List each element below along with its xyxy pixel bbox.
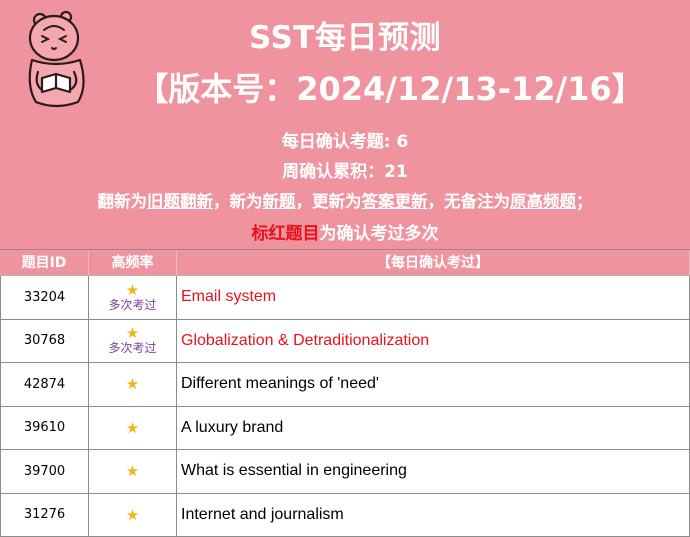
page-title: SST每日预测	[249, 20, 441, 56]
star-icon: ★	[125, 462, 140, 481]
weekly-total-value: 21	[384, 162, 408, 182]
frequency-cell: ★	[89, 450, 177, 493]
topic-title: Internet and journalism	[177, 493, 690, 536]
question-id: 31276	[0, 493, 89, 536]
question-id: 39700	[0, 450, 89, 493]
legend-new-question: 新题	[262, 192, 296, 211]
daily-count-label: 每日确认考题:	[281, 132, 397, 152]
star-icon: ★	[125, 375, 140, 394]
topic-title: Different meanings of 'need'	[177, 363, 690, 406]
star-icon: ★	[125, 324, 140, 343]
legend-text: ，新为	[213, 192, 263, 211]
legend-text: ；	[576, 192, 593, 211]
frequency-cell: ★ 多次考过	[89, 276, 177, 319]
star-icon: ★	[125, 505, 140, 524]
frequency-cell: ★	[89, 406, 177, 449]
page: SST每日预测 【版本号：2024/12/13-12/16】 每日确认考题: 6…	[0, 0, 690, 537]
table-row: 39610 ★ A luxury brand	[0, 406, 690, 450]
red-note-rest: 为确认考过多次	[319, 224, 439, 244]
legend-old-refresh: 旧题翻新	[147, 192, 213, 211]
column-header-id: 题目ID	[0, 251, 89, 275]
table-body: 33204 ★ 多次考过 Email system 30768 ★ 多次考过 G…	[0, 276, 690, 537]
frequency-cell: ★	[89, 363, 177, 406]
daily-count-line: 每日确认考题: 6	[0, 127, 690, 152]
legend-text: ，更新为	[295, 192, 362, 211]
weekly-total-line: 周确认累积：21	[0, 157, 690, 182]
question-id: 30768	[0, 319, 89, 362]
red-note-line: 标红题目为确认考过多次	[0, 219, 690, 244]
star-icon: ★	[125, 418, 140, 437]
frequency-cell: ★	[89, 493, 177, 536]
frequency-note: 多次考过	[108, 341, 157, 356]
legend-text: 翻新为	[97, 192, 148, 211]
legend-original-frequent: 原高频题	[510, 192, 576, 211]
frequency-note: 多次考过	[108, 297, 157, 312]
topic-title: What is essential in engineering	[177, 450, 690, 493]
topic-title: A luxury brand	[177, 406, 690, 449]
table-row: 30768 ★ 多次考过 Globalization & Detradition…	[0, 319, 690, 363]
table-header: 题目ID 高频率 【每日确认考过】	[0, 250, 690, 276]
table-row: 42874 ★ Different meanings of 'need'	[0, 363, 690, 407]
table-row: 33204 ★ 多次考过 Email system	[0, 276, 690, 320]
table-row: 31276 ★ Internet and journalism	[0, 493, 690, 537]
daily-count-value: 6	[396, 132, 409, 152]
column-header-topic: 【每日确认考过】	[177, 251, 690, 275]
weekly-total-label: 周确认累积：	[282, 162, 385, 182]
table-row: 39700 ★ What is essential in engineering	[0, 450, 690, 494]
frequency-cell: ★ 多次考过	[89, 319, 177, 362]
red-note-highlight: 标红题目	[251, 224, 320, 244]
column-header-frequency: 高频率	[89, 251, 177, 275]
topic-title: Globalization & Detraditionalization	[177, 319, 690, 362]
topic-title: Email system	[177, 276, 690, 319]
legend-answer-update: 答案更新	[361, 192, 428, 211]
star-icon: ★	[125, 280, 140, 299]
question-id: 33204	[0, 276, 89, 319]
legend-text: ，无备注为	[427, 192, 511, 211]
header-banner: SST每日预测 【版本号：2024/12/13-12/16】 每日确认考题: 6…	[0, 0, 690, 250]
question-id: 42874	[0, 363, 89, 406]
legend-line: 翻新为旧题翻新，新为新题，更新为答案更新，无备注为原高频题；	[0, 188, 690, 212]
question-id: 39610	[0, 406, 89, 449]
version-label: 【版本号：2024/12/13-12/16】	[136, 70, 644, 108]
